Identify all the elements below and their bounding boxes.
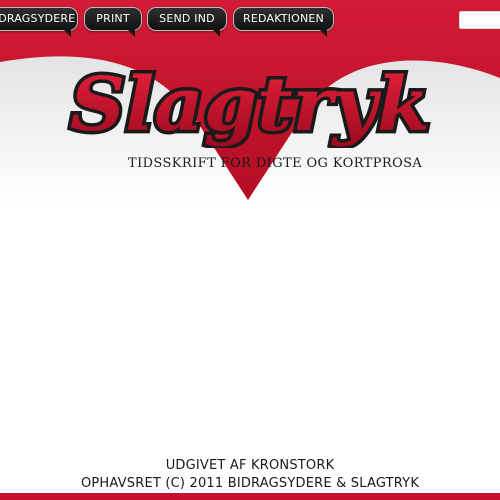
- nav-item-bidragsydere[interactable]: BIDRAGSYDERE: [0, 7, 78, 37]
- publisher-text: UDGIVET AF KRONSTORK: [165, 458, 335, 473]
- nav-item-redaktionen[interactable]: REDAKTIONEN: [233, 7, 334, 37]
- copyright-text: OPHAVSRET (C) 2011 BIDRAGSYDERE & SLAGTR…: [80, 476, 420, 491]
- nav-item-label: SEND IND: [159, 12, 215, 25]
- page: BIDRAGSYDERE PRINT SEND IND REDAKTIONEN …: [0, 0, 500, 500]
- speech-tail-icon: [64, 30, 71, 37]
- speech-tail-icon: [320, 30, 327, 37]
- tagline: TIDSSKRIFT FOR DIGTE OG KORTPROSA: [128, 156, 423, 171]
- speech-tail-icon: [213, 30, 220, 37]
- footer-bar: [0, 493, 500, 500]
- nav-item-label: REDAKTIONEN: [243, 12, 324, 25]
- nav-item-send-ind[interactable]: SEND IND: [147, 7, 227, 37]
- nav-item-label: PRINT: [96, 12, 130, 25]
- site-logo[interactable]: Slagtryk: [60, 58, 440, 149]
- logo-text: Slagtryk: [70, 62, 430, 148]
- search-input[interactable]: [459, 11, 500, 29]
- main-nav: BIDRAGSYDERE PRINT SEND IND REDAKTIONEN: [0, 7, 500, 37]
- speech-tail-icon: [128, 30, 135, 37]
- nav-item-label: BIDRAGSYDERE: [0, 12, 76, 25]
- nav-item-print[interactable]: PRINT: [84, 7, 142, 37]
- footer: UDGIVET AF KRONSTORK OPHAVSRET (C) 2011 …: [0, 457, 500, 493]
